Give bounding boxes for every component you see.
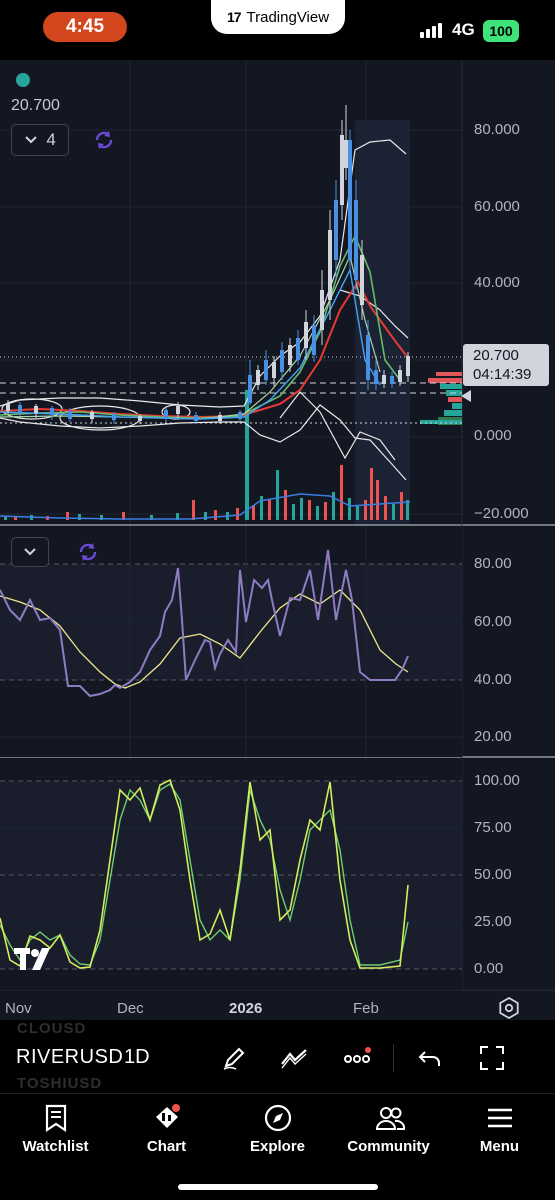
tab-community[interactable]: Community	[333, 1094, 444, 1164]
more-icon[interactable]	[343, 1044, 371, 1072]
tab-label: Menu	[479, 1138, 520, 1155]
rsi-axis-label: 60.00	[474, 613, 512, 630]
drawing-pen-icon[interactable]	[220, 1044, 248, 1072]
time-axis-label: Nov	[5, 1000, 32, 1017]
watchlist-icon	[45, 1104, 67, 1133]
time-axis-label: Dec	[117, 1000, 144, 1017]
stoch-axis-label: 0.00	[474, 960, 504, 977]
price-axis-label: 60.000	[474, 198, 520, 215]
stoch-axis-label: 75.00	[474, 819, 512, 836]
price-axis-label: −20.000	[474, 505, 529, 522]
stoch-axis-label: 50.00	[474, 866, 512, 883]
time-axis-label: 2026	[229, 1000, 263, 1017]
price-axis-label: 0.000	[474, 427, 512, 444]
tab-explore[interactable]: Explore	[222, 1094, 333, 1164]
chart-toolbar: CLOUSD RIVERUSD TOSHIUSD 1D	[0, 1020, 555, 1093]
indicators-collapse-button[interactable]: 4	[11, 124, 69, 156]
compass-icon	[264, 1104, 292, 1132]
app-badge-label: TradingView	[246, 8, 330, 26]
time-axis-label: Feb	[353, 1000, 379, 1017]
symbol-selector[interactable]: RIVERUSD	[16, 1046, 123, 1069]
tradingview-logo-icon: 17	[226, 9, 242, 25]
signal-icon	[420, 23, 442, 38]
chart-settings-icon[interactable]	[497, 996, 521, 1020]
fullscreen-icon[interactable]	[478, 1044, 506, 1072]
tab-chart[interactable]: Chart	[111, 1094, 222, 1164]
tab-label: Watchlist	[22, 1138, 89, 1155]
rsi-axis-label: 80.00	[474, 555, 512, 572]
bottom-tab-bar: Watchlist Chart Explore Community Menu	[0, 1093, 555, 1200]
price-axis-label: 40.000	[474, 274, 520, 291]
home-indicator[interactable]	[178, 1184, 378, 1190]
status-bar: 4:45 17 TradingView 4G 100	[0, 0, 555, 60]
stoch-axis-label: 100.00	[474, 772, 520, 789]
rsi-collapse-button[interactable]	[11, 537, 49, 567]
tab-label: Community	[347, 1138, 430, 1155]
chevron-down-icon	[25, 136, 37, 144]
toolbar-divider	[393, 1044, 394, 1072]
price-marker-icon	[461, 390, 471, 402]
interval-selector[interactable]: 1D	[124, 1046, 150, 1069]
indicator-count: 4	[46, 130, 56, 149]
app-badge: 17 TradingView	[211, 0, 345, 34]
symbol-ghost-previous: CLOUSD	[17, 1020, 87, 1037]
sync-icon[interactable]	[92, 128, 116, 152]
price-legend: 20.700	[11, 97, 60, 114]
candle-countdown: 04:14:39	[473, 366, 532, 383]
tab-watchlist[interactable]: Watchlist	[0, 1094, 111, 1164]
undo-icon[interactable]	[416, 1044, 444, 1072]
last-price-tag: 20.700 04:14:39	[463, 344, 549, 386]
chevron-down-icon	[24, 548, 36, 556]
tradingview-watermark-icon	[14, 948, 50, 970]
sync-icon[interactable]	[76, 540, 100, 564]
network-type: 4G	[452, 20, 475, 39]
indicators-icon[interactable]	[280, 1044, 308, 1072]
stoch-axis-label: 25.00	[474, 913, 512, 930]
symbol-ghost-next: TOSHIUSD	[17, 1075, 103, 1092]
tab-label: Explore	[249, 1138, 306, 1155]
community-icon	[375, 1107, 405, 1130]
status-time: 4:45	[43, 12, 127, 42]
rsi-axis-label: 40.00	[474, 671, 512, 688]
tab-label: Chart	[146, 1138, 187, 1155]
rsi-axis-label: 20.00	[474, 728, 512, 745]
chart-icon	[156, 1104, 180, 1128]
battery-indicator: 100	[483, 20, 519, 42]
menu-icon	[488, 1108, 512, 1128]
price-axis-label: 80.000	[474, 121, 520, 138]
status-dot-icon	[16, 73, 30, 87]
last-price-value: 20.700	[473, 347, 519, 364]
tab-menu[interactable]: Menu	[444, 1094, 555, 1164]
chart-area[interactable]: 20.700 4 20.700 04:14:39 80.000 60.000 4…	[0, 60, 555, 1020]
